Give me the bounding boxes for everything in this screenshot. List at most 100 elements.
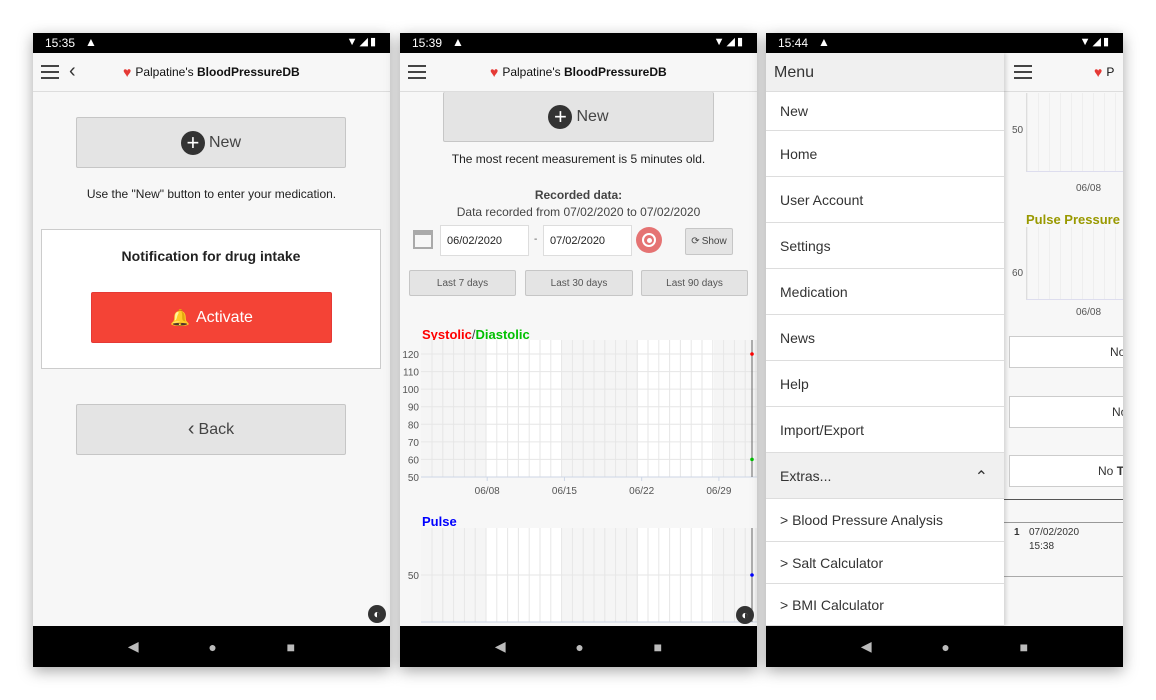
- phone-screen-menu: 15:44 ▲ ▼◢▮ ♥ P 50 06/08 Pulse Pressure 60 …: [766, 33, 1123, 667]
- data-point-systolic: [750, 352, 754, 356]
- status-bar: 15:44 ▲ ▼◢▮: [766, 33, 1123, 53]
- menu-item-extras[interactable]: Extras... ⌃: [766, 453, 1004, 499]
- recents-nav-icon[interactable]: ■: [287, 639, 295, 655]
- app-header: ‹ ♥ Palpatine's BloodPressureDB: [33, 53, 390, 92]
- data-point-pulse: [750, 573, 754, 577]
- menu-item-user-account[interactable]: User Account: [766, 177, 1004, 223]
- row-date: 07/02/2020: [1029, 527, 1080, 538]
- recent-measurement-text: The most recent measurement is 5 minutes…: [451, 152, 706, 166]
- date-from-input[interactable]: [440, 225, 529, 256]
- calendar-icon[interactable]: [413, 230, 433, 249]
- status-time: 15:39: [412, 36, 443, 50]
- row-index: 1: [1014, 527, 1020, 538]
- y-tick-label: 50: [408, 571, 420, 582]
- app-title: ♥ P: [1094, 64, 1115, 80]
- bg-x-tick: 06/08: [1076, 307, 1102, 318]
- y-tick-label: 60: [408, 455, 420, 466]
- menu-item-home[interactable]: Home: [766, 131, 1004, 177]
- background-content: ♥ P 50 06/08 Pulse Pressure 60 06/08 No N…: [1004, 53, 1123, 626]
- target-icon[interactable]: [636, 227, 662, 253]
- home-nav-icon[interactable]: ●: [208, 639, 216, 655]
- bg-box: No: [1009, 336, 1123, 368]
- app-header: ♥ P: [1004, 53, 1123, 92]
- refresh-icon: ⟳: [691, 236, 700, 247]
- menu-icon[interactable]: [41, 65, 59, 79]
- app-title: ♥ Palpatine's BloodPressureDB: [490, 64, 667, 80]
- week-band: [638, 340, 714, 477]
- back-arrow-icon[interactable]: ‹: [69, 60, 76, 83]
- menu-item-bmi-calculator[interactable]: > BMI Calculator: [766, 584, 1004, 626]
- back-nav-icon[interactable]: ◀: [495, 638, 506, 655]
- plus-icon: +: [548, 104, 573, 129]
- menu-item-import-export[interactable]: Import/Export: [766, 407, 1004, 453]
- last-90-days-button[interactable]: Last 90 days: [641, 270, 748, 296]
- menu-item-help[interactable]: Help: [766, 361, 1004, 407]
- menu-icon[interactable]: [1014, 65, 1032, 79]
- menu-title: Menu: [766, 53, 1004, 92]
- card-title: Notification for drug intake: [121, 248, 301, 264]
- phone-screen-home: 15:39 ▲ ▼◢▮ ♥ Palpatine's BloodPressureDB +…: [400, 33, 757, 667]
- globe-icon[interactable]: ◐: [368, 605, 386, 623]
- data-point-diastolic: [750, 457, 754, 462]
- date-separator: -: [534, 234, 538, 245]
- recorded-title: Recorded data:: [534, 188, 623, 202]
- x-tick-label: 06/08: [475, 486, 500, 497]
- menu-item-news[interactable]: News: [766, 315, 1004, 361]
- bg-chart-2: [1026, 227, 1123, 300]
- android-nav-bar: ◀ ● ■: [766, 626, 1123, 667]
- plus-icon: +: [180, 130, 205, 155]
- y-tick-label: 80: [408, 420, 420, 431]
- menu-icon[interactable]: [408, 65, 426, 79]
- y-tick-label: 70: [408, 438, 420, 449]
- last-7-days-button[interactable]: Last 7 days: [409, 270, 516, 296]
- home-nav-icon[interactable]: ●: [575, 639, 583, 655]
- recents-nav-icon[interactable]: ■: [1020, 639, 1028, 655]
- x-tick-label: 06/22: [629, 486, 654, 497]
- phone-screen-medication: 15:35 ▲ ▼◢▮ ‹ ♥ Palpatine's BloodPressureDB…: [33, 33, 390, 667]
- x-tick-label: 06/29: [706, 486, 731, 497]
- menu-item-settings[interactable]: Settings: [766, 223, 1004, 269]
- bg-box: No Te: [1009, 455, 1123, 487]
- menu-item-blood-pressure-analysis[interactable]: > Blood Pressure Analysis: [766, 499, 1004, 542]
- hint-text: Use the "New" button to enter your medic…: [86, 187, 337, 201]
- warning-icon: ▲: [818, 35, 830, 49]
- y-tick-label: 110: [403, 368, 419, 379]
- menu-item-salt-calculator[interactable]: > Salt Calculator: [766, 542, 1004, 584]
- new-button[interactable]: + New: [76, 117, 346, 168]
- notification-card: Notification for drug intake 🔔 Activate: [41, 229, 381, 369]
- chevron-left-icon: ‹: [187, 418, 195, 440]
- navigation-drawer: Menu New Home User Account Settings Medicati…: [766, 53, 1004, 626]
- globe-icon[interactable]: ◐: [736, 606, 754, 624]
- date-to-input[interactable]: [543, 225, 632, 256]
- back-nav-icon[interactable]: ◀: [861, 638, 872, 655]
- heart-logo-icon: ♥: [123, 64, 132, 80]
- menu-item-medication[interactable]: Medication: [766, 269, 1004, 315]
- last-30-days-button[interactable]: Last 30 days: [525, 270, 633, 296]
- android-nav-bar: ◀ ● ■: [400, 626, 757, 667]
- y-tick-label: 50: [408, 473, 420, 484]
- bg-box: No: [1009, 396, 1123, 428]
- pulse-pressure-title: Pulse Pressure: [1026, 212, 1120, 227]
- new-button[interactable]: + New: [443, 92, 714, 142]
- y-tick-label: 100: [402, 385, 419, 396]
- recents-nav-icon[interactable]: ■: [654, 639, 662, 655]
- back-nav-icon[interactable]: ◀: [128, 638, 139, 655]
- bg-tick: 60: [1012, 268, 1024, 279]
- status-bar: 15:39 ▲ ▼◢▮: [400, 33, 757, 53]
- show-button[interactable]: ⟳ Show: [685, 228, 733, 255]
- back-button[interactable]: ‹ Back: [76, 404, 346, 455]
- bell-icon: 🔔: [170, 309, 190, 327]
- app-title: ♥ Palpatine's BloodPressureDB: [123, 64, 300, 80]
- home-nav-icon[interactable]: ●: [941, 639, 949, 655]
- status-time: 15:35: [45, 36, 76, 50]
- heart-logo-icon: ♥: [490, 64, 499, 80]
- heart-logo-icon: ♥: [1094, 64, 1103, 80]
- status-time: 15:44: [778, 36, 809, 50]
- chevron-up-icon[interactable]: ⌃: [975, 467, 988, 487]
- activate-button[interactable]: 🔔 Activate: [91, 292, 332, 343]
- bg-table: 1 07/02/2020 15:38: [1004, 499, 1123, 577]
- menu-item-new[interactable]: New: [766, 92, 1004, 131]
- systolic-diastolic-chart: 120 110 100 90 80 70 60 50 06/08 06/15 06/22 06/29: [402, 340, 757, 497]
- recorded-range: Data recorded from 07/02/2020 to 07/02/2…: [456, 205, 701, 219]
- warning-icon: ▲: [85, 35, 97, 49]
